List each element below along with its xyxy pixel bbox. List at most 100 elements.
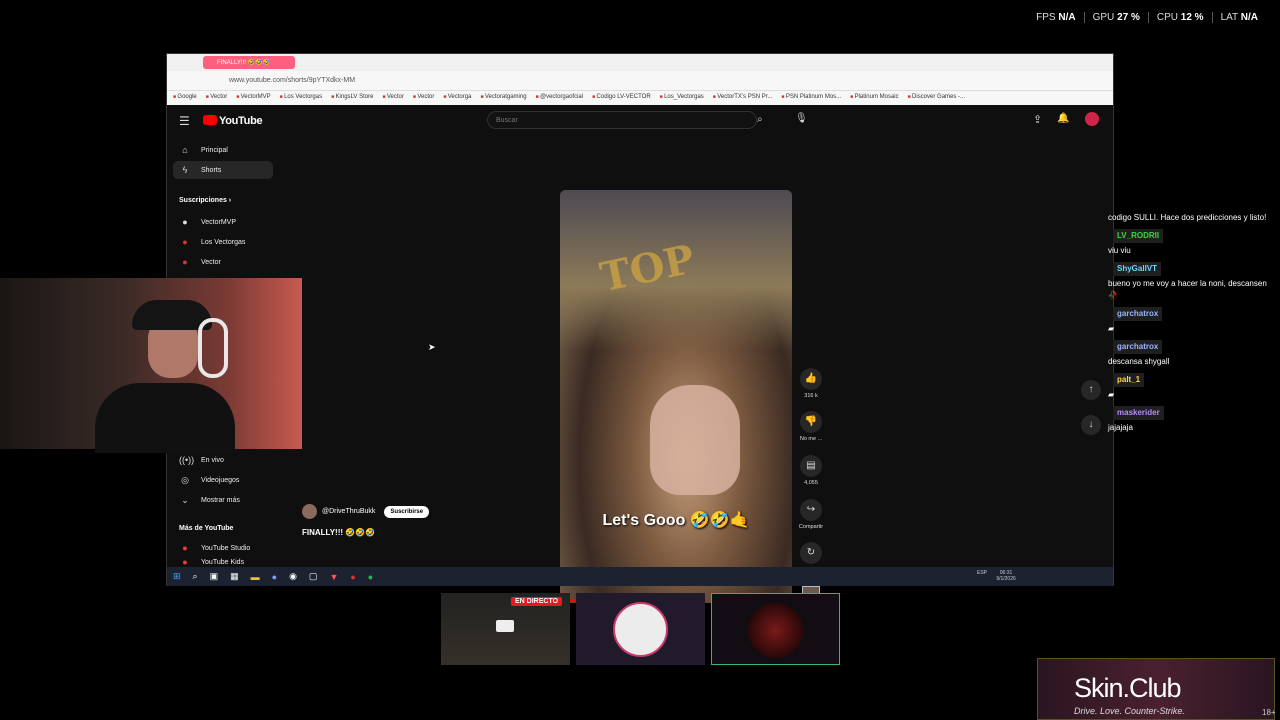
chat-username[interactable]: LV_RODRII [1113, 229, 1164, 243]
search-input[interactable]: Buscar [487, 111, 757, 129]
tray-lang: ESP [977, 570, 987, 576]
start-icon[interactable]: ⊞ [173, 571, 181, 582]
bookmark[interactable]: Los Vectorgas [280, 94, 322, 105]
windows-taskbar: ⊞ ⌕ ▣ ▦ ▬ ● ◉ ▢ ▼ ● ● [167, 567, 1113, 586]
like-button[interactable]: 👍 316 k [797, 368, 825, 399]
channel-avatar[interactable] [302, 504, 317, 519]
steam-icon[interactable]: ◉ [289, 571, 297, 582]
bookmarks-bar: Google Vector VectorMVP Los Vectorgas Ki… [167, 91, 1113, 105]
share-button[interactable]: ↪ Compartir [797, 499, 825, 530]
bookmark[interactable]: Vector [382, 94, 404, 105]
sidebar-item-youtube-studio[interactable]: ● YouTube Studio [173, 539, 273, 557]
bookmark[interactable]: Codigo LV-VECTOR [592, 94, 651, 105]
sidebar-sub-los-vectorgas[interactable]: ● Los Vectorgas [173, 233, 273, 251]
account-avatar[interactable] [1085, 112, 1099, 126]
channel-name[interactable]: @DriveThruBukk [322, 508, 375, 515]
discord-icon[interactable]: ● [272, 572, 277, 582]
brave-icon[interactable]: ▼ [329, 572, 338, 582]
bookmark[interactable]: Platinum Mosaic [850, 94, 899, 105]
channel-avatar: ● [182, 257, 188, 267]
app-icon[interactable]: ▦ [230, 571, 239, 582]
comments-button[interactable]: ▤ 4,055 [797, 455, 825, 486]
shorts-video-player[interactable]: TOP Let's Gooo 🤣🤣🤙 [560, 190, 792, 603]
comment-icon: ▤ [800, 455, 822, 477]
video-title: FINALLY!!! 🤣🤣🤣 [302, 528, 376, 537]
chat-username[interactable]: garchatrox [1113, 307, 1163, 321]
chat-emote: ▰ [1108, 390, 1115, 399]
bookmark[interactable]: PSN Platinum Mos... [781, 94, 841, 105]
bookmark[interactable]: VectorMVP [236, 94, 271, 105]
chat-message: jajajaja [1108, 423, 1133, 432]
dislike-button[interactable]: 👎 No me ... [797, 411, 825, 442]
search-icon[interactable]: ⌕ [193, 571, 198, 582]
chat-message: viu viu [1108, 246, 1131, 255]
sidebar-item-shorts[interactable]: ϟ Shorts [173, 161, 273, 179]
bookmark[interactable]: VectorTX's PSN Pr... [713, 94, 772, 105]
stream-chat: codigo SULLI. Hace dos predicciones y li… [1108, 212, 1278, 436]
chat-entry: maskerider jajajaja [1108, 403, 1278, 434]
bookmark[interactable]: Vector [206, 94, 227, 105]
bookmark[interactable]: Vectorga [443, 94, 472, 105]
bookmark[interactable]: Vector [413, 94, 434, 105]
stream-card-selected[interactable] [711, 593, 840, 665]
stream-card-avatar[interactable] [576, 593, 705, 665]
chat-username[interactable]: palt_1 [1113, 373, 1145, 387]
app-icon[interactable]: ▢ [309, 571, 318, 582]
chat-message: descansa shygall [1108, 357, 1170, 366]
sponsor-logo: Skin.Club [1074, 673, 1182, 703]
tab-youtube-shorts[interactable]: FINALLY!!! 🤣🤣🤣 [203, 56, 295, 69]
task-view-icon[interactable]: ▣ [210, 571, 219, 582]
upload-icon[interactable]: ⇪ [1033, 113, 1042, 126]
chat-username[interactable]: garchatrox [1113, 340, 1163, 354]
chat-entry: garchatrox ▰ [1108, 304, 1278, 335]
chat-message: codigo SULLI. Hace dos predicciones y li… [1108, 213, 1267, 222]
sidebar-item-mostrar-mas[interactable]: ⌄ Mostrar más [173, 491, 273, 509]
system-tray[interactable]: ESP 06:31 9/1/2026 [977, 570, 1016, 582]
bookmark[interactable]: Vectoratgaming [480, 94, 527, 105]
sidebar-sub-vectormvp[interactable]: ● VectorMVP [173, 213, 273, 231]
bookmark[interactable]: Google [173, 94, 196, 105]
sidebar-item-en-vivo[interactable]: ((•)) En vivo [173, 451, 273, 469]
menu-icon[interactable]: ☰ [179, 114, 190, 128]
youtube-play-icon [203, 115, 217, 125]
bookmark[interactable]: Discover Games -... [908, 94, 965, 105]
url-text[interactable]: www.youtube.com/shorts/9pYTXdkx-MM [229, 77, 355, 84]
app-icon[interactable]: ● [350, 572, 355, 582]
stat-fps: FPS N/A [1036, 12, 1076, 23]
subscriptions-heading[interactable]: Suscripciones › [179, 197, 231, 204]
address-bar[interactable]: www.youtube.com/shorts/9pYTXdkx-MM [167, 71, 1113, 91]
chat-username[interactable]: ShyGallVT [1113, 262, 1162, 276]
chat-emote: ▰ [1108, 324, 1115, 333]
more-from-youtube-heading: Más de YouTube [179, 525, 234, 532]
sidebar-item-videojuegos[interactable]: ◎ Videojuegos [173, 471, 273, 489]
youtube-logo[interactable]: YouTube [203, 115, 263, 127]
monitor-icon [496, 620, 514, 632]
search-icon[interactable]: ⌕ [757, 114, 763, 125]
sidebar-item-principal[interactable]: ⌂ Principal [173, 141, 273, 159]
sidebar-sub-vector[interactable]: ● Vector [173, 253, 273, 271]
microphone-icon[interactable]: 🎙 [795, 113, 808, 124]
notifications-bell-icon[interactable]: 🔔 [1057, 113, 1069, 124]
chat-entry: LV_RODRII viu viu [1108, 226, 1278, 257]
video-caption: Let's Gooo 🤣🤣🤙 [602, 512, 750, 529]
channel-avatar [613, 602, 668, 657]
youtube-kids-icon: ● [182, 557, 188, 567]
thumbs-up-icon: 👍 [800, 368, 822, 390]
age-rating: 18+ [1262, 708, 1276, 717]
stream-card-live[interactable]: EN DIRECTO [441, 593, 570, 665]
bookmark[interactable]: KingsLV Store [331, 94, 374, 105]
subscribe-button[interactable]: Suscribirse [384, 505, 430, 518]
channel-row: @DriveThruBukk Suscribirse [302, 504, 430, 519]
previous-short-button[interactable]: ↑ [1081, 380, 1101, 400]
bookmark[interactable]: Los_Vectorgas [660, 94, 704, 105]
chat-username[interactable]: maskerider [1113, 406, 1164, 420]
channel-avatar: ● [182, 237, 188, 247]
spotify-icon[interactable]: ● [368, 572, 373, 582]
folder-icon[interactable]: ▬ [251, 572, 260, 582]
sponsor-banner: Skin.Club Drive. Love. Counter-Strike. [1037, 658, 1275, 720]
remix-icon: ↻ [800, 542, 822, 564]
next-short-button[interactable]: ↓ [1081, 415, 1101, 435]
gamepad-icon: ◎ [181, 474, 189, 485]
sidebar-item-youtube-kids[interactable]: ● YouTube Kids [173, 557, 273, 567]
bookmark[interactable]: @vectorgaofcial [536, 94, 583, 105]
